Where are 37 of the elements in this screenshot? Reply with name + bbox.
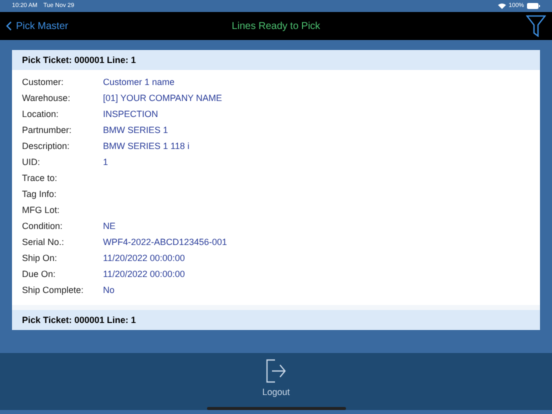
field-value: BMW SERIES 1 118 i	[103, 141, 190, 151]
logout-icon	[265, 359, 287, 383]
field-value: Customer 1 name	[103, 77, 175, 87]
ticket-card[interactable]	[12, 50, 540, 305]
field-label: Ship Complete:	[22, 285, 85, 295]
field-label: Due On:	[22, 269, 57, 279]
ticket-title: Pick Ticket: 000001 Line: 1	[22, 315, 136, 325]
field-label: Customer:	[22, 77, 65, 87]
field-label: MFG Lot:	[22, 205, 61, 215]
field-value: WPF4-2022-ABCD123456-001	[103, 237, 228, 247]
field-label: Tag Info:	[22, 189, 58, 199]
filter-icon[interactable]	[526, 15, 546, 37]
wifi-icon	[498, 3, 506, 9]
field-label: UID:	[22, 157, 41, 167]
field-label: Condition:	[22, 221, 64, 231]
field-label: Ship On:	[22, 253, 58, 263]
field-value: 11/20/2022 00:00:00	[103, 269, 185, 279]
field-label: Warehouse:	[22, 93, 72, 103]
ticket-card[interactable]: Pick Ticket: 000001 Line: 1	[12, 310, 540, 330]
field-value: [01] YOUR COMPANY NAME	[103, 93, 222, 103]
field-value: 11/20/2022 00:00:00	[103, 253, 185, 263]
field-label: Serial No.:	[22, 237, 66, 247]
field-value: NE	[103, 221, 116, 231]
back-button[interactable]: Pick Master	[6, 20, 68, 32]
field-value: 1	[103, 157, 108, 167]
ticket-title: Pick Ticket: 000001 Line: 1	[22, 55, 136, 65]
logout-button[interactable]: Logout	[256, 353, 296, 410]
field-label: Location:	[22, 109, 60, 119]
field-label: Description:	[22, 141, 71, 151]
field-value: No	[103, 285, 115, 295]
screen-title: Lines Ready to Pick	[232, 20, 320, 32]
field-label: Trace to:	[22, 173, 58, 183]
battery-icon	[527, 3, 540, 9]
field-label: Partnumber:	[22, 125, 73, 135]
chevron-left-icon	[6, 21, 12, 31]
field-value: BMW SERIES 1	[103, 125, 168, 135]
field-value: INSPECTION	[103, 109, 158, 119]
